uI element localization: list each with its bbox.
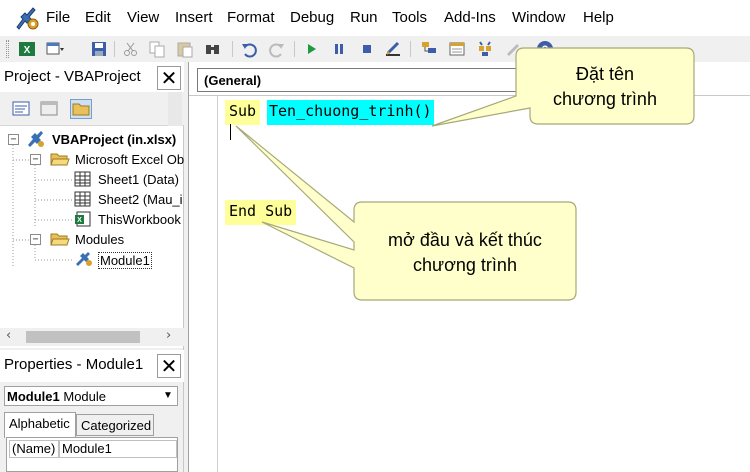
break-icon[interactable] [330,40,348,58]
view-code-icon[interactable] [10,99,32,119]
sub-name[interactable]: Ten_chuong_trinh() [267,100,434,125]
object-dropdown[interactable]: (General) [197,68,567,92]
project-tree: − VBAProject (in.xlsx) − Microsoft Excel… [0,126,184,326]
begin-end-callout-text: mở đầu và kết thúc chương trình [388,230,542,275]
svg-text:?: ? [542,44,549,56]
menu-window[interactable]: Window [512,9,565,26]
properties-pane-titlebar: Properties - Module1 ✕ [0,350,184,382]
view-object-icon[interactable] [38,99,60,119]
menu-add-ins[interactable]: Add-Ins [444,9,496,26]
project-explorer-icon[interactable] [420,40,438,58]
sub-keyword[interactable]: Sub [225,100,261,125]
menu-file[interactable]: File [46,9,70,26]
text-caret [230,124,231,140]
design-mode-icon[interactable] [384,40,402,58]
object-browser-icon[interactable] [476,40,494,58]
project-pane-titlebar: Project - VBAProject ✕ [0,62,184,92]
help-icon[interactable]: ? [536,40,554,58]
find-icon[interactable] [204,40,222,58]
project-pane-horizontal-scrollbar[interactable]: ‹ › [0,328,184,346]
menu-edit[interactable]: Edit [85,9,111,26]
selected-object-label: Module1 Module [7,389,106,404]
properties-grid: (Name) Module1 [6,437,178,472]
property-name: (Name) [9,440,59,458]
standard-toolbar: X ? [0,36,750,62]
project-pane-close-button[interactable]: ✕ [157,66,181,90]
property-row[interactable]: (Name) Module1 [9,440,177,458]
menu-run[interactable]: Run [350,9,378,26]
code-editor[interactable]: Sub Ten_chuong_trinh() End Sub [189,95,750,472]
save-icon[interactable] [90,40,108,58]
folder-icon [72,103,90,116]
code-margin [217,96,218,472]
tab-categorized[interactable]: Categorized [76,414,154,436]
properties-pane-title: Properties - Module1 [4,356,144,373]
object-select-dropdown[interactable]: Module1 Module ▼ [4,386,178,406]
property-value[interactable]: Module1 [59,440,177,458]
tab-alphabetic[interactable]: Alphabetic [4,412,76,438]
paste-icon[interactable] [176,40,194,58]
end-sub-statement[interactable]: End Sub [225,200,297,225]
menu-tools[interactable]: Tools [392,9,427,26]
project-pane-toolbar [0,92,184,126]
excel-view-icon[interactable]: X [18,40,36,58]
svg-text:X: X [24,45,31,56]
project-explorer-pane: Project - VBAProject ✕ − VBAProject (in.… [0,62,184,348]
properties-window-icon[interactable] [448,40,466,58]
copy-icon[interactable] [148,40,166,58]
project-pane-title: Project - VBAProject [4,68,141,85]
name-callout-text: Đặt tên chương trình [553,64,657,109]
run-icon[interactable] [302,40,320,58]
vba-app-icon [16,7,39,30]
project-pane-vertical-scrollbar[interactable] [168,92,182,126]
scrollbar-thumb[interactable] [26,331,140,343]
menu-debug[interactable]: Debug [290,9,334,26]
properties-pane: Properties - Module1 ✕ Module1 Module ▼ … [0,348,184,472]
scroll-right-icon[interactable]: › [166,328,171,343]
reset-icon[interactable] [358,40,376,58]
toolbar-grip[interactable] [6,40,9,58]
tree-connector-lines [12,145,74,266]
menu-view[interactable]: View [127,9,159,26]
menu-bar: File Edit View Insert Format Debug Run T… [0,0,750,36]
chevron-down-icon[interactable]: ▼ [160,388,176,404]
object-dropdown-value: (General) [204,73,262,88]
menu-format[interactable]: Format [227,9,275,26]
toggle-folders-button[interactable] [70,99,92,119]
redo-icon[interactable] [268,40,286,58]
cut-icon[interactable] [122,40,140,58]
insert-userform-icon[interactable] [46,40,64,58]
undo-icon[interactable] [240,40,258,58]
properties-pane-close-button[interactable]: ✕ [157,354,181,378]
menu-help[interactable]: Help [583,9,614,26]
toolbox-icon[interactable] [504,40,522,58]
vba-editor-window: File Edit View Insert Format Debug Run T… [0,0,750,472]
menu-insert[interactable]: Insert [175,9,213,26]
scroll-left-icon[interactable]: ‹ [6,328,11,343]
